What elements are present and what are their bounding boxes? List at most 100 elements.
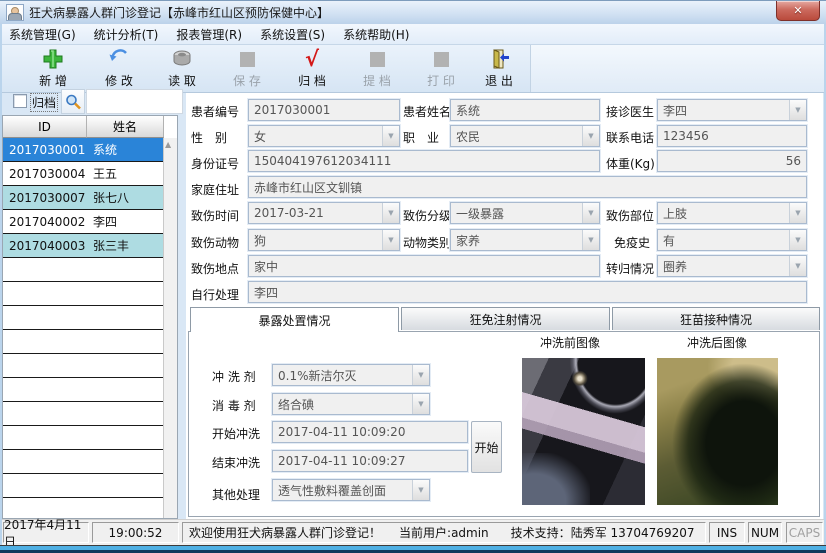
- injury-animal-select[interactable]: 狗▼: [248, 229, 400, 251]
- archive-button[interactable]: √ 归 档: [283, 47, 341, 91]
- chevron-down-icon[interactable]: ▼: [382, 230, 399, 250]
- archived-checkbox[interactable]: [13, 94, 27, 108]
- occupation-select[interactable]: 农民▼: [450, 125, 600, 147]
- search-input[interactable]: [86, 89, 183, 114]
- menu-reports[interactable]: 报表管理(R): [167, 24, 251, 45]
- table-row[interactable]: 2017030007张七八: [3, 186, 164, 210]
- patient-name-label: 患者姓名: [403, 103, 451, 120]
- table-row-empty: [3, 450, 164, 474]
- phone-label: 联系电话: [606, 129, 654, 146]
- cell-name: 王五: [87, 165, 157, 182]
- modify-button[interactable]: 修 改: [90, 47, 148, 91]
- cell-name: 李四: [87, 213, 157, 230]
- chevron-down-icon[interactable]: ▼: [789, 230, 806, 250]
- print-button: 打 印: [412, 47, 470, 91]
- table-row[interactable]: 2017040002李四: [3, 210, 164, 234]
- chevron-down-icon[interactable]: ▼: [789, 203, 806, 223]
- table-row-empty: [3, 402, 164, 426]
- toolbar-spacer: [530, 45, 826, 92]
- chevron-down-icon[interactable]: ▼: [382, 126, 399, 146]
- welcome-text: 欢迎使用狂犬病暴露人群门诊登记！: [189, 524, 381, 541]
- menu-statistics[interactable]: 统计分析(T): [85, 24, 168, 45]
- table-scrollbar[interactable]: ▲: [163, 138, 177, 518]
- chevron-down-icon[interactable]: ▼: [789, 100, 806, 120]
- scroll-up-icon[interactable]: ▲: [165, 140, 171, 149]
- start-rinse-button[interactable]: 开始: [471, 421, 502, 473]
- animal-type-select[interactable]: 家养▼: [450, 229, 600, 251]
- column-header-name[interactable]: 姓名: [87, 116, 164, 138]
- current-user-label: 当前用户:: [399, 524, 451, 541]
- close-button[interactable]: ✕: [776, 1, 820, 21]
- address-label: 家庭住址: [191, 181, 239, 198]
- gender-label: 性 别: [191, 129, 227, 146]
- chevron-down-icon[interactable]: ▼: [582, 203, 599, 223]
- menu-system-management[interactable]: 系统管理(G): [0, 24, 85, 45]
- chevron-down-icon[interactable]: ▼: [382, 203, 399, 223]
- filter-row: 归档: [0, 88, 185, 115]
- current-user: admin: [451, 526, 489, 540]
- patient-no-field[interactable]: 2017030001: [248, 99, 400, 121]
- cell-id: 2017040003: [3, 239, 87, 253]
- menu-settings[interactable]: 系统设置(S): [251, 24, 334, 45]
- other-treatment-select[interactable]: 透气性敷料覆盖创面▼: [272, 479, 430, 501]
- chevron-down-icon[interactable]: ▼: [582, 126, 599, 146]
- injury-time-select[interactable]: 2017-03-21▼: [248, 202, 400, 224]
- weight-field[interactable]: 56: [657, 150, 807, 172]
- status-time: 19:00:52: [92, 522, 179, 543]
- chevron-down-icon[interactable]: ▼: [412, 480, 429, 500]
- patient-table-body: 2017030001系统2017030004王五2017030007张七八201…: [3, 138, 164, 518]
- table-row[interactable]: 2017030004王五: [3, 162, 164, 186]
- table-row[interactable]: 2017030001系统: [3, 138, 164, 162]
- cell-name: 系统: [87, 141, 157, 158]
- retrieve-icon: [365, 47, 389, 71]
- support-contact: 陆秀军 13704769207: [571, 524, 695, 541]
- chevron-down-icon[interactable]: ▼: [789, 256, 806, 276]
- archived-checkbox-label[interactable]: 归档: [30, 93, 58, 112]
- id-card-field[interactable]: 150404197612034111: [248, 150, 600, 172]
- after-image-label: 冲洗后图像: [687, 334, 747, 351]
- weight-label: 体重(Kg): [606, 155, 655, 172]
- menu-help[interactable]: 系统帮助(H): [334, 24, 418, 45]
- save-icon: [235, 47, 259, 71]
- exit-door-icon: [487, 47, 511, 71]
- chevron-down-icon[interactable]: ▼: [412, 365, 429, 385]
- gender-select[interactable]: 女▼: [248, 125, 400, 147]
- outcome-label: 转归情况: [606, 260, 654, 277]
- injury-part-select[interactable]: 上肢▼: [657, 202, 807, 224]
- table-row[interactable]: 2017040003张三丰: [3, 234, 164, 258]
- table-row-empty: [3, 378, 164, 402]
- before-image-label: 冲洗前图像: [540, 334, 600, 351]
- table-row-empty: [3, 330, 164, 354]
- cell-id: 2017030004: [3, 167, 87, 181]
- column-header-id[interactable]: ID: [3, 116, 87, 138]
- outcome-select[interactable]: 圈养▼: [657, 255, 807, 277]
- rinse-start-field[interactable]: 2017-04-11 10:09:20: [272, 421, 468, 443]
- exit-button[interactable]: 退 出: [470, 47, 528, 91]
- doctor-select[interactable]: 李四▼: [657, 99, 807, 121]
- table-row-empty: [3, 306, 164, 330]
- phone-field[interactable]: 123456: [657, 125, 807, 147]
- app-icon: [6, 4, 24, 21]
- immunity-select[interactable]: 有▼: [657, 229, 807, 251]
- rinse-agent-select[interactable]: 0.1%新洁尔灭▼: [272, 364, 430, 386]
- address-field[interactable]: 赤峰市红山区文钏镇: [248, 176, 807, 198]
- new-button[interactable]: 新 增: [24, 47, 82, 91]
- self-treat-field[interactable]: 李四: [248, 281, 807, 303]
- retrieve-button: 提 档: [348, 47, 406, 91]
- tab-exposure-treatment[interactable]: 暴露处置情况: [190, 307, 399, 332]
- toolbar: 新 增 修 改 读 取 保 存 √ 归 档 提 档 打 印 退 出: [0, 45, 826, 93]
- rinse-agent-label: 冲 洗 剂: [212, 368, 256, 385]
- tab-immunoglobulin-injection[interactable]: 狂免注射情况: [401, 307, 610, 330]
- injury-place-field[interactable]: 家中: [248, 255, 600, 277]
- disinfectant-select[interactable]: 络合碘▼: [272, 393, 430, 415]
- read-button[interactable]: 读 取: [153, 47, 211, 91]
- chevron-down-icon[interactable]: ▼: [412, 394, 429, 414]
- immunity-label: 免疫史: [614, 234, 650, 251]
- rinse-end-label: 结束冲洗: [212, 454, 260, 471]
- tab-vaccine-inoculation[interactable]: 狂苗接种情况: [612, 307, 820, 330]
- injury-grade-select[interactable]: 一级暴露▼: [450, 202, 600, 224]
- search-button[interactable]: [61, 89, 85, 114]
- rinse-end-field[interactable]: 2017-04-11 10:09:27: [272, 450, 468, 472]
- patient-name-field[interactable]: 系统: [450, 99, 600, 121]
- chevron-down-icon[interactable]: ▼: [582, 230, 599, 250]
